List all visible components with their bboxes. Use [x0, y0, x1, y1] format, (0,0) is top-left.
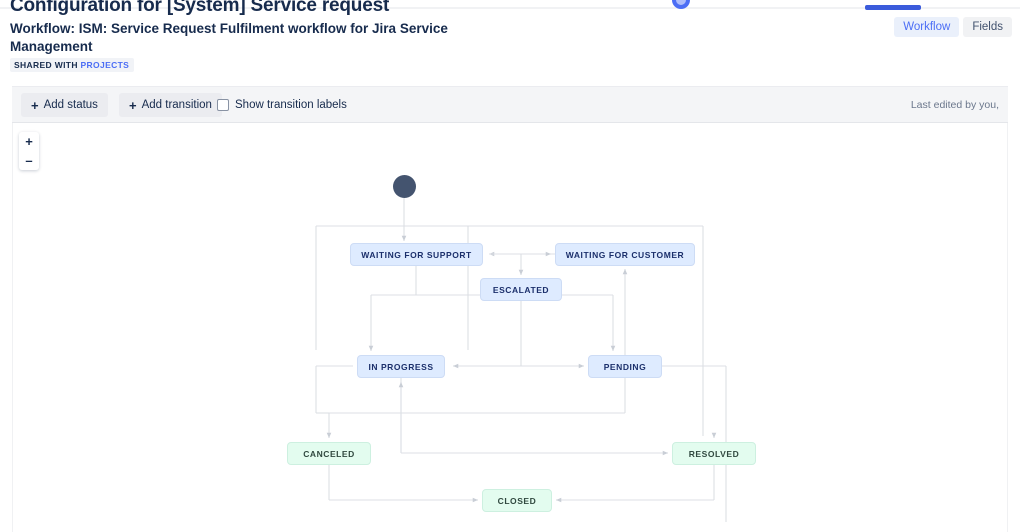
- workflow-canvas[interactable]: + – WAITING FOR SUPPORT WAITING FOR CUST…: [12, 123, 1008, 532]
- status-node-canceled[interactable]: CANCELED: [287, 442, 371, 465]
- add-status-button[interactable]: + Add status: [21, 93, 108, 117]
- shared-with-badge: SHARED WITH PROJECTS: [10, 58, 135, 72]
- workflow-name: Workflow: ISM: Service Request Fulfilmen…: [10, 21, 448, 54]
- checkbox-icon[interactable]: [217, 99, 229, 111]
- status-node-waiting-for-support[interactable]: WAITING FOR SUPPORT: [350, 243, 483, 266]
- workflow-toolbar: + Add status + Add transition Show trans…: [12, 86, 1008, 123]
- status-node-escalated[interactable]: ESCALATED: [480, 278, 562, 301]
- transition-connectors: [315, 198, 727, 522]
- status-node-resolved[interactable]: RESOLVED: [672, 442, 756, 465]
- start-node[interactable]: [393, 175, 416, 198]
- page-header: Configuration for [System] Service reque…: [0, 0, 1020, 80]
- status-node-waiting-for-customer[interactable]: WAITING FOR CUSTOMER: [555, 243, 695, 266]
- show-transition-labels-toggle[interactable]: Show transition labels: [217, 93, 347, 117]
- add-transition-button[interactable]: + Add transition: [119, 93, 222, 117]
- status-node-closed[interactable]: CLOSED: [482, 489, 552, 512]
- shared-with-badge-prefix: SHARED WITH: [14, 60, 81, 70]
- status-node-pending[interactable]: PENDING: [588, 355, 662, 378]
- plus-icon: +: [31, 97, 39, 113]
- show-transition-labels-label: Show transition labels: [235, 99, 347, 111]
- tab-workflow[interactable]: Workflow: [894, 17, 960, 37]
- page-title: Configuration for [System] Service reque…: [10, 0, 390, 16]
- add-transition-label: Add transition: [141, 99, 212, 111]
- tab-fields[interactable]: Fields: [963, 17, 1012, 37]
- last-edited-status: Last edited by you,: [910, 99, 999, 111]
- shared-with-projects-link[interactable]: PROJECTS: [81, 60, 130, 70]
- add-status-label: Add status: [43, 99, 98, 111]
- plus-icon: +: [129, 97, 137, 113]
- view-tabs: Workflow Fields: [894, 17, 1012, 37]
- status-node-in-progress[interactable]: IN PROGRESS: [357, 355, 445, 378]
